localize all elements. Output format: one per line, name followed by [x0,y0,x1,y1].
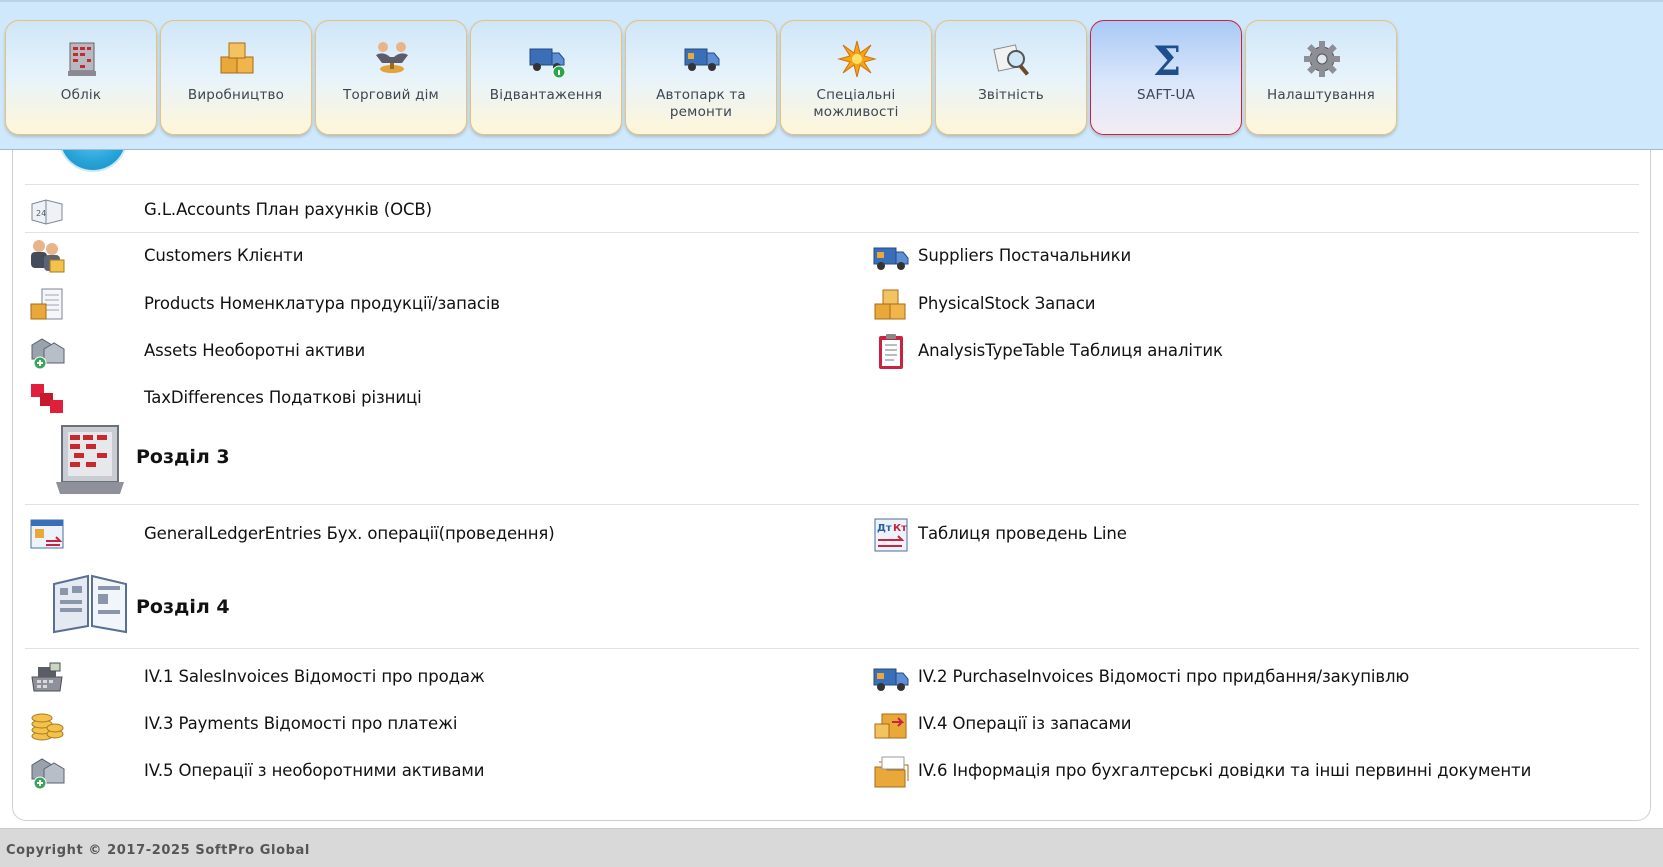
section-3-header: Розділ 3 [28,420,628,500]
tile-label: Відвантаження [489,87,603,103]
abacus-icon [68,42,96,76]
item-gl-accounts[interactable]: 24 G.L.Accounts План рахунків (ОСВ) [28,190,728,230]
item-analysis-type-table[interactable]: AnalysisTypeTable Таблиця аналітик [872,331,1572,371]
gear-icon [1304,41,1340,77]
folders-icon [874,756,909,788]
item-documents-info[interactable]: IV.6 Інформація про бухгалтерські довідк… [872,751,1632,791]
tile-saft-ua[interactable]: Σ SAFT-UA [1090,20,1242,135]
tile-label: Налаштування [1267,87,1375,103]
boxes-icon [874,289,906,320]
copyright-text: Copyright © 2017-2025 SoftPro Global [6,843,310,858]
star-burst-icon [837,40,877,78]
ledger-book-icon: 24 [31,199,63,225]
item-label: IV.5 Операції з необоротними активами [144,761,485,780]
tile-label: Облік [60,87,102,103]
truck-icon [873,247,909,270]
svg-text:Σ: Σ [1153,39,1181,79]
item-payments[interactable]: IV.3 Payments Відомості про платежі [28,704,728,744]
red-cubes-icon [31,384,63,413]
item-label: Assets Необоротні активи [144,341,366,360]
sigma-icon: Σ [1153,39,1181,79]
tile-zvitnist[interactable]: Звітність [935,20,1087,135]
item-label: Customers Клієнти [144,246,304,265]
tile-label: Спеціальні можливості [813,87,899,120]
truck-info-icon [529,48,566,79]
item-physical-stock[interactable]: PhysicalStock Запаси [872,284,1572,324]
section-4-header: Розділ 4 [28,566,628,646]
products-list-icon [30,288,63,320]
item-assets[interactable]: Assets Необоротні активи [28,331,728,371]
tile-oblik[interactable]: Облік [5,20,157,135]
box-arrow-icon [874,713,907,739]
item-asset-operations[interactable]: IV.5 Операції з необоротними активами [28,751,728,791]
abacus-icon [56,425,124,494]
buildings-add-icon [31,338,65,370]
item-label: IV.3 Payments Відомості про платежі [144,714,458,733]
debit-credit-icon: Дт Кт [874,518,908,552]
report-magnifier-icon [993,44,1030,76]
footer: Copyright © 2017-2025 SoftPro Global [0,828,1663,867]
item-suppliers[interactable]: Suppliers Постачальники [872,236,1572,276]
item-purchase-invoices[interactable]: IV.2 PurchaseInvoices Відомості про прид… [872,657,1572,697]
section-title: Розділ 3 [136,446,230,468]
customers-icon [31,240,65,273]
item-sales-invoices[interactable]: IV.1 SalesInvoices Відомості про продаж [28,657,728,697]
section-title: Розділ 4 [136,596,230,618]
svg-text:24: 24 [36,209,46,218]
buildings-add-icon [31,758,65,790]
item-label: TaxDifferences Податкові різниці [144,388,422,407]
item-label: Таблиця проведень Line [918,524,1127,543]
divider [25,232,1639,233]
item-label: Suppliers Постачальники [918,246,1132,265]
tile-label: SAFT-UA [1137,87,1195,103]
divider [25,648,1639,649]
item-tax-differences[interactable]: TaxDifferences Податкові різниці [28,378,728,418]
open-book-icon [53,574,127,634]
item-label: IV.6 Інформація про бухгалтерські довідк… [918,761,1532,780]
divider [25,504,1639,505]
coins-icon [31,713,64,741]
item-label: Products Номенклатура продукції/запасів [144,294,500,313]
item-general-ledger-entries[interactable]: GeneralLedgerEntries Бух. операції(прове… [28,514,728,554]
handshake-icon [376,42,408,73]
tile-nalashtuvannia[interactable]: Налаштування [1245,20,1397,135]
item-label: IV.1 SalesInvoices Відомості про продаж [144,667,485,686]
svg-text:Кт: Кт [893,523,907,534]
tile-spetsialni[interactable]: Спеціальні можливості [780,20,932,135]
item-stock-operations[interactable]: IV.4 Операції із запасами [872,704,1572,744]
svg-text:Дт: Дт [877,523,892,534]
tile-vidvantazhennia[interactable]: Відвантаження [470,20,622,135]
item-label: G.L.Accounts План рахунків (ОСВ) [144,200,432,219]
tile-label: Автопарк та ремонти [656,87,746,120]
item-entries-table[interactable]: Дт Кт Таблиця проведень Line [872,514,1572,554]
tile-label: Виробництво [187,87,285,103]
clipboard-icon [879,334,903,369]
boxes-icon [220,42,254,74]
item-label: AnalysisTypeTable Таблиця аналітик [918,341,1223,360]
item-label: IV.2 PurchaseInvoices Відомості про прид… [918,667,1410,686]
top-ribbon: Облік Виробництво Торговий дім Відвантаж… [0,0,1663,150]
divider [25,184,1639,185]
tile-torgovyi-dim[interactable]: Торговий дім [315,20,467,135]
tile-avtopark[interactable]: Автопарк та ремонти [625,20,777,135]
cash-register-icon [31,662,63,692]
tile-label: Звітність [978,87,1044,103]
ledger-transfer-icon [30,519,64,549]
truck-icon [873,668,909,691]
tile-vyrobnytstvo[interactable]: Виробництво [160,20,312,135]
item-label: GeneralLedgerEntries Бух. операції(прове… [144,524,555,543]
item-label: IV.4 Операції із запасами [918,714,1132,733]
item-customers[interactable]: Customers Клієнти [28,236,728,276]
item-label: PhysicalStock Запаси [918,294,1096,313]
truck-icon [684,48,720,71]
item-products[interactable]: Products Номенклатура продукції/запасів [28,284,728,324]
tile-label: Торговий дім [343,87,439,103]
